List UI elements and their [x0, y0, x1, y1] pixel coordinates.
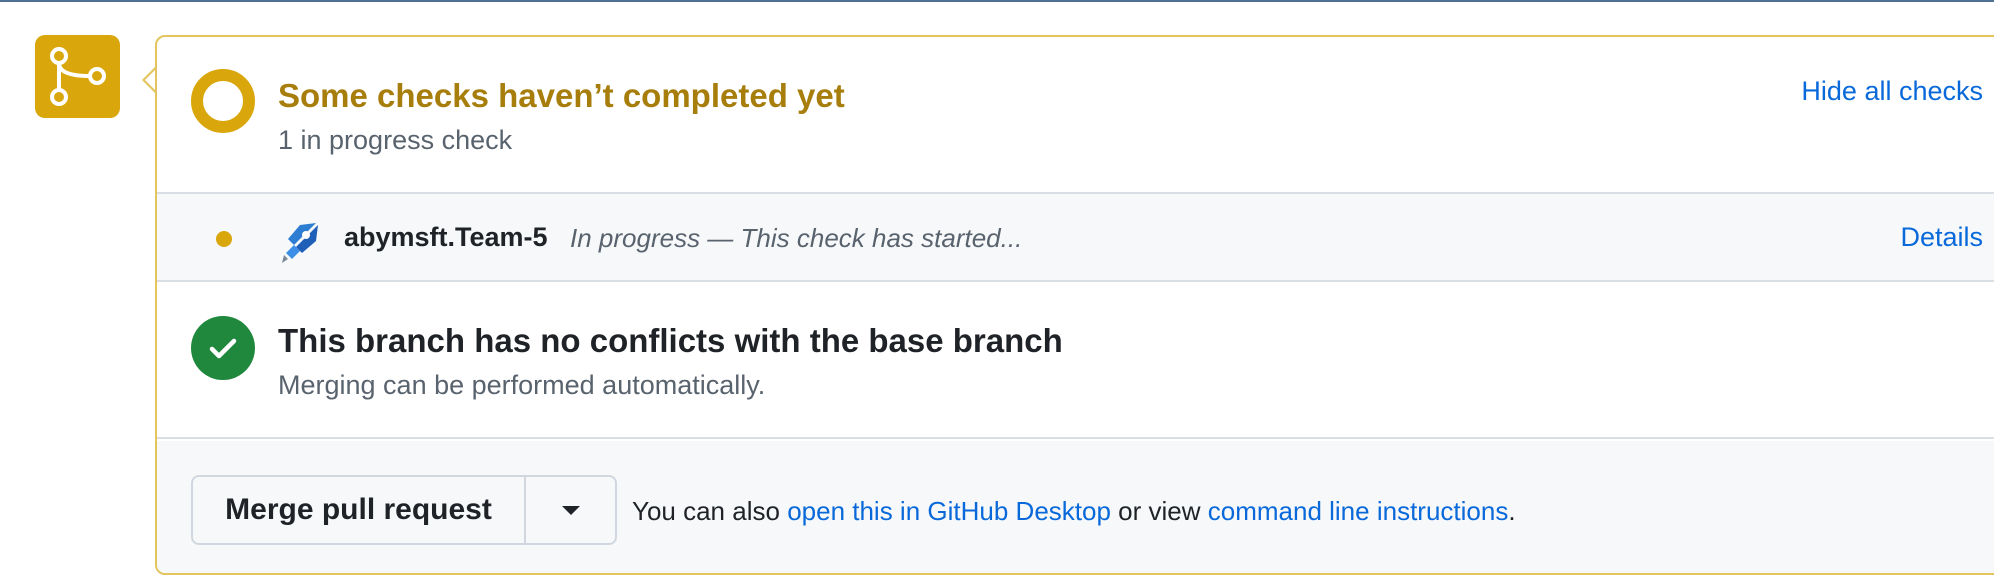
hide-all-checks-link[interactable]: Hide all checks — [1801, 76, 1983, 107]
check-description: In progress — This check has started... — [570, 223, 1023, 253]
open-github-desktop-link[interactable]: open this in GitHub Desktop — [787, 496, 1111, 526]
merge-alternatives-note: You can also open this in GitHub Desktop… — [632, 496, 1516, 527]
conflicts-title: This branch has no conflicts with the ba… — [278, 322, 1063, 359]
merge-method-dropdown-button[interactable] — [526, 477, 615, 543]
azure-pipelines-icon — [278, 219, 324, 265]
merge-note-prefix: You can also — [632, 496, 780, 526]
merge-note-middle: or view — [1118, 496, 1201, 526]
merge-actions-section: Merge pull request You can also open thi… — [157, 441, 1994, 573]
checks-status-section: Some checks haven’t completed yet 1 in p… — [157, 37, 1994, 192]
check-row: abymsft.Team-5 In progress — This check … — [157, 192, 1994, 282]
check-details-link[interactable]: Details — [1900, 222, 1983, 253]
check-name: abymsft.Team-5 — [344, 222, 548, 252]
merge-note-suffix: . — [1508, 496, 1516, 526]
git-merge-icon — [35, 35, 120, 118]
merge-button-group: Merge pull request — [191, 475, 617, 545]
checks-status-subtitle: 1 in progress check — [278, 125, 513, 155]
merge-box: Some checks haven’t completed yet 1 in p… — [155, 35, 1994, 575]
conflicts-subtitle: Merging can be performed automatically. — [278, 370, 766, 400]
pending-status-icon — [191, 69, 255, 133]
triangle-down-icon — [561, 505, 580, 515]
checks-status-title: Some checks haven’t completed yet — [278, 77, 845, 114]
conflicts-section: This branch has no conflicts with the ba… — [157, 284, 1994, 439]
command-line-instructions-link[interactable]: command line instructions — [1208, 496, 1509, 526]
in-progress-dot-icon — [216, 231, 232, 247]
merge-pull-request-button[interactable]: Merge pull request — [193, 477, 526, 543]
top-divider — [0, 0, 1994, 2]
check-circle-icon — [191, 316, 255, 380]
